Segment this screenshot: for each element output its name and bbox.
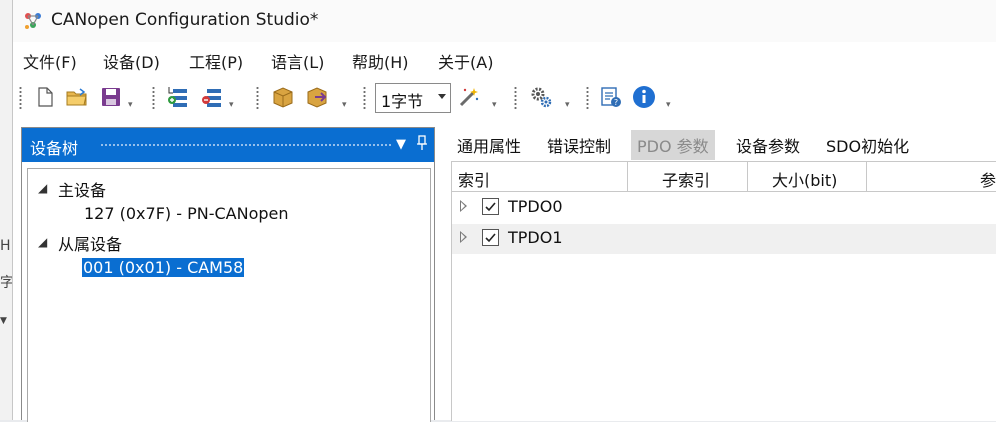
help-document-icon[interactable]: ? xyxy=(599,85,623,109)
svg-text:?: ? xyxy=(614,98,618,107)
toolbar: ▾ ▾ ▾ 1字节 ▾ ▾ ? ▾ xyxy=(13,82,996,114)
background-dropdown-arrow: ▼ xyxy=(0,316,7,326)
chevron-down-icon xyxy=(438,94,446,99)
column-header-parameter[interactable]: 参 xyxy=(980,167,996,191)
add-node-icon[interactable] xyxy=(167,85,191,109)
settings-dropdown-arrow[interactable]: ▾ xyxy=(565,100,570,110)
menu-help[interactable]: 帮助(H) xyxy=(352,49,409,73)
tab-device-parameters[interactable]: 设备参数 xyxy=(736,133,800,157)
table-row-tpdo1[interactable]: TPDO1 xyxy=(452,224,996,254)
tree-node-master[interactable]: 主设备 xyxy=(58,177,106,201)
toolbar-grip[interactable] xyxy=(256,86,259,110)
save-icon[interactable] xyxy=(99,85,123,109)
node-dropdown-arrow[interactable]: ▾ xyxy=(229,100,234,110)
table-row-tpdo0[interactable]: TPDO0 xyxy=(452,193,996,223)
pdo-grid: 索引 子索引 大小(bit) 参 TPDO0 TPDO1 xyxy=(451,161,996,421)
toolbar-grip[interactable] xyxy=(514,86,517,110)
device-tree-title: 设备树 xyxy=(30,139,79,158)
tree-node-master-device[interactable]: 127 (0x7F) - PN-CANopen xyxy=(84,204,289,223)
column-header-subindex[interactable]: 子索引 xyxy=(662,167,710,191)
gear-icon[interactable] xyxy=(529,85,553,109)
menu-file[interactable]: 文件(F) xyxy=(23,49,77,73)
tree-node-slave[interactable]: 从属设备 xyxy=(58,231,122,255)
info-icon[interactable] xyxy=(632,85,656,109)
new-file-icon[interactable] xyxy=(33,85,57,109)
tab-pdo-parameters[interactable]: PDO 参数 xyxy=(631,130,715,160)
checkbox-tpdo1[interactable] xyxy=(482,229,499,246)
checkbox-tpdo0[interactable] xyxy=(482,198,499,215)
properties-panel: 通用属性 错误控制 PDO 参数 设备参数 SDO初始化 索引 子索引 大小(b… xyxy=(447,127,996,421)
tab-general-properties[interactable]: 通用属性 xyxy=(457,133,521,157)
toolbar-grip[interactable] xyxy=(19,86,22,110)
checkmark-icon xyxy=(485,202,496,212)
tab-error-control[interactable]: 错误控制 xyxy=(547,133,611,157)
row-label: TPDO1 xyxy=(508,228,563,247)
expand-icon[interactable] xyxy=(460,200,467,212)
menu-about[interactable]: 关于(A) xyxy=(438,49,493,73)
app-icon xyxy=(25,13,41,29)
info-dropdown-arrow[interactable]: ▾ xyxy=(666,100,671,110)
menu-language[interactable]: 语言(L) xyxy=(271,49,324,73)
checkmark-icon xyxy=(485,233,496,243)
expand-icon[interactable] xyxy=(460,231,467,243)
byte-size-value: 1字节 xyxy=(381,92,424,111)
column-header-index[interactable]: 索引 xyxy=(458,167,490,191)
export-icon[interactable] xyxy=(305,85,329,109)
column-separator[interactable] xyxy=(866,162,867,191)
menu-device[interactable]: 设备(D) xyxy=(103,49,160,73)
tab-sdo-init[interactable]: SDO初始化 xyxy=(826,133,909,157)
column-separator[interactable] xyxy=(627,162,628,191)
package-icon[interactable] xyxy=(271,85,295,109)
open-folder-icon[interactable] xyxy=(65,85,89,109)
grid-header: 索引 子索引 大小(bit) 参 xyxy=(452,162,996,192)
toolbar-grip[interactable] xyxy=(586,86,589,110)
toolbar-grip[interactable] xyxy=(152,86,155,110)
device-tree-header: 设备树 ▼ xyxy=(22,128,434,162)
column-separator[interactable] xyxy=(747,162,748,191)
export-dropdown-arrow[interactable]: ▾ xyxy=(342,100,347,110)
menu-bar: 文件(F) 设备(D) 工程(P) 语言(L) 帮助(H) 关于(A) xyxy=(13,46,996,74)
app-window: CANopen Configuration Studio* 文件(F) 设备(D… xyxy=(12,0,996,422)
device-tree[interactable]: ◢ 主设备 127 (0x7F) - PN-CANopen ◢ 从属设备 001… xyxy=(27,168,431,422)
device-tree-panel: 设备树 ▼ ◢ 主设备 127 (0x7F) - PN-CANopen ◢ 从属… xyxy=(21,127,435,422)
toolbar-grip[interactable] xyxy=(363,86,366,110)
collapse-icon[interactable]: ◢ xyxy=(38,181,47,195)
header-drag-area[interactable] xyxy=(100,143,392,147)
menu-project[interactable]: 工程(P) xyxy=(189,49,243,73)
remove-node-icon[interactable] xyxy=(201,85,225,109)
byte-size-select[interactable]: 1字节 xyxy=(375,83,451,113)
collapse-icon[interactable]: ◢ xyxy=(38,235,47,249)
column-header-size[interactable]: 大小(bit) xyxy=(772,167,837,191)
title-bar: CANopen Configuration Studio* xyxy=(13,0,996,42)
wand-dropdown-arrow[interactable]: ▾ xyxy=(492,100,497,110)
row-label: TPDO0 xyxy=(508,197,563,216)
tree-node-slave-device[interactable]: 001 (0x01) - CAM58 xyxy=(82,258,245,277)
save-dropdown-arrow[interactable]: ▾ xyxy=(128,100,133,110)
magic-wand-icon[interactable] xyxy=(457,85,481,109)
panel-menu-icon[interactable]: ▼ xyxy=(396,137,406,152)
window-title: CANopen Configuration Studio* xyxy=(51,10,319,30)
background-text-fragment: H xyxy=(0,238,11,254)
pin-icon[interactable] xyxy=(416,135,428,155)
